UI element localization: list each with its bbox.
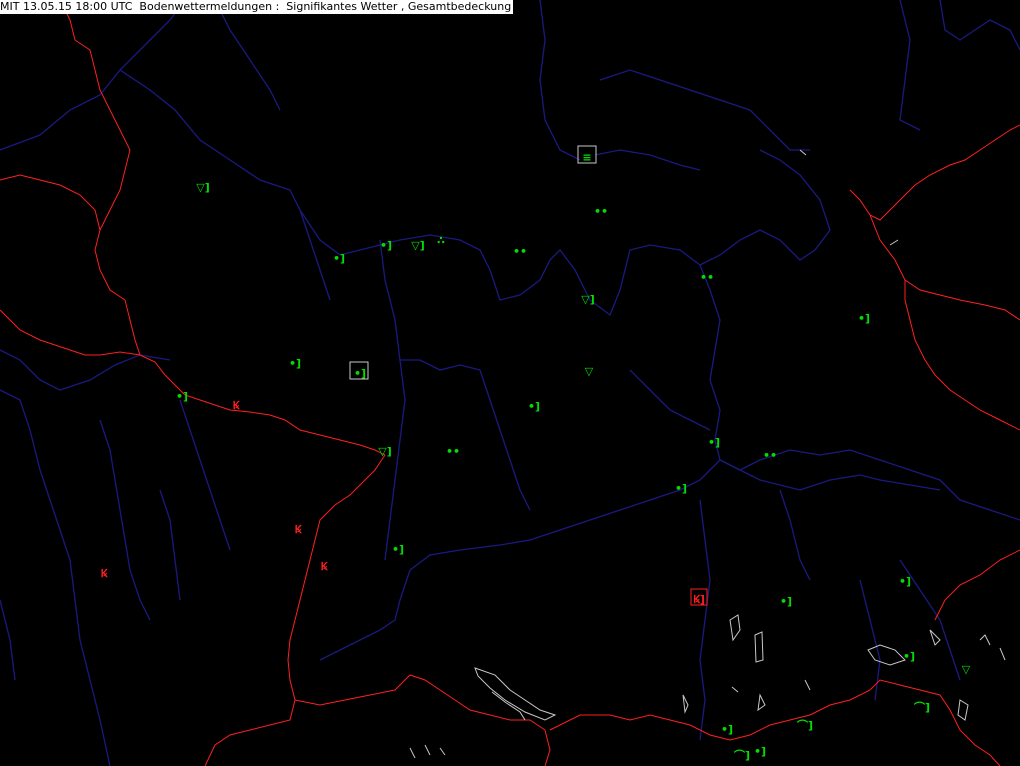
thunderstorm-icon: Ꝃ xyxy=(295,523,303,536)
rain-icon: •] xyxy=(899,575,911,588)
rain-shower-icon: ▽ xyxy=(585,365,594,378)
thunderstorm-icon: Ꝃ xyxy=(321,560,329,573)
cloud-icon: ⌒] xyxy=(796,718,813,732)
rain-icon: •] xyxy=(754,745,766,758)
rain-shower-icon: ▽] xyxy=(378,445,392,458)
drizzle-icon: •• xyxy=(763,449,777,462)
rain-icon: •] xyxy=(708,436,720,449)
weather-map: ▽] ≡ •• •] •] ▽] ∴ •• •• ▽] •] •] •] ▽ •] Ꝃ •] ▽] •• •] •• •]… xyxy=(0,0,1020,766)
cloud-icon: ⌒] xyxy=(733,748,750,762)
drizzle-icon: •• xyxy=(513,245,527,258)
fog-icon: ≡ xyxy=(582,151,591,164)
rain-icon: •] xyxy=(528,400,540,413)
map-title: MIT 13.05.15 18:00 UTC Bodenwettermeldun… xyxy=(0,0,514,14)
rain-shower-icon: ▽] xyxy=(581,293,595,306)
drizzle-icon: •• xyxy=(446,445,460,458)
rain-icon: •] xyxy=(721,723,733,736)
rain-shower-icon: ▽] xyxy=(411,239,425,252)
drizzle-icon: •• xyxy=(700,271,714,284)
drizzle-icon: •• xyxy=(594,205,608,218)
rain-shower-icon: ▽ xyxy=(962,663,971,676)
rain-icon: •] xyxy=(675,482,687,495)
rain-icon: •] xyxy=(380,239,392,252)
rain-icon: •] xyxy=(858,312,870,325)
rain-icon: •] xyxy=(333,252,345,265)
rain-shower-icon: ▽] xyxy=(196,181,210,194)
heavy-rain-icon: ∴ xyxy=(437,234,445,247)
rain-icon: •] xyxy=(392,543,404,556)
thunderstorm-icon: Ꝃ xyxy=(233,399,241,412)
rain-icon: •] xyxy=(780,595,792,608)
rain-icon: •] xyxy=(289,357,301,370)
thunderstorm-icon: Ꝃ xyxy=(101,567,109,580)
rain-icon: •] xyxy=(903,650,915,663)
cloud-icon: ⌒] xyxy=(913,700,930,714)
thunderstorm-rain-icon: Ꝃ] xyxy=(693,593,705,606)
rain-icon: •] xyxy=(176,390,188,403)
rain-icon: •] xyxy=(354,367,366,380)
